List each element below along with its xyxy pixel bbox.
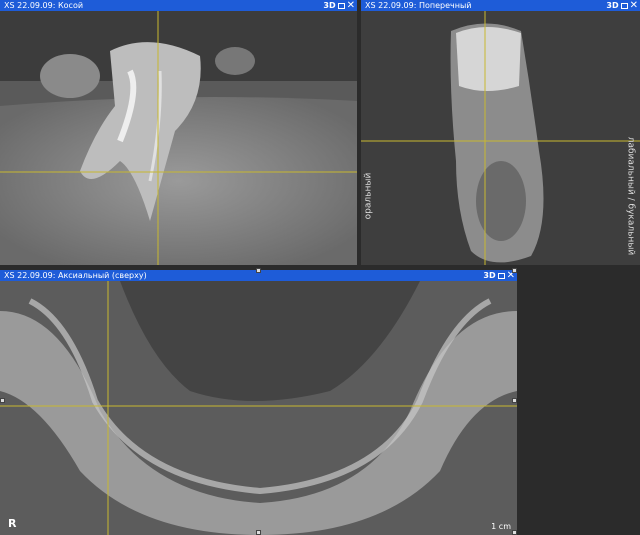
resize-handle-top[interactable] — [256, 268, 261, 273]
maximize-icon[interactable] — [337, 2, 345, 9]
maximize-icon[interactable] — [620, 2, 628, 9]
axial-3d-button[interactable]: 3D — [483, 270, 495, 281]
transverse-3d-button[interactable]: 3D — [606, 0, 618, 11]
orientation-marker: R — [8, 517, 17, 530]
maximize-icon[interactable] — [497, 272, 505, 279]
oblique-titlebar[interactable]: XS 22.09.09: Косой 3D ✕ — [0, 0, 357, 11]
resize-handle-top-right[interactable] — [512, 268, 517, 273]
axial-view-panel[interactable]: XS 22.09.09: Аксиальный (сверху) 3D ✕ R … — [0, 270, 517, 535]
axial-title: XS 22.09.09: Аксиальный (сверху) — [4, 271, 147, 280]
oblique-3d-button[interactable]: 3D — [323, 0, 335, 11]
labial-buccal-side-label: лабиальный / букальный — [625, 136, 636, 256]
transverse-titlebar[interactable]: XS 22.09.09: Поперечный 3D ✕ — [361, 0, 640, 11]
resize-handle-bottom[interactable] — [256, 530, 261, 535]
oblique-title: XS 22.09.09: Косой — [4, 1, 84, 10]
resize-handle-left[interactable] — [0, 398, 5, 403]
resize-handle-bottom-right[interactable] — [512, 530, 517, 535]
oral-side-label: оральный — [363, 172, 374, 220]
close-icon[interactable]: ✕ — [347, 0, 355, 11]
scale-bar-label: 1 cm — [491, 522, 511, 531]
resize-handle-right[interactable] — [512, 398, 517, 403]
close-icon[interactable]: ✕ — [630, 0, 638, 11]
transverse-image-view[interactable]: оральный лабиальный / букальный — [361, 11, 640, 265]
axial-image-view[interactable]: R 1 cm — [0, 281, 517, 535]
oblique-view-panel[interactable]: XS 22.09.09: Косой 3D ✕ — [0, 0, 357, 265]
transverse-view-panel[interactable]: XS 22.09.09: Поперечный 3D ✕ оральный ла… — [361, 0, 640, 265]
transverse-title: XS 22.09.09: Поперечный — [365, 1, 472, 10]
oblique-image-view[interactable] — [0, 11, 357, 265]
